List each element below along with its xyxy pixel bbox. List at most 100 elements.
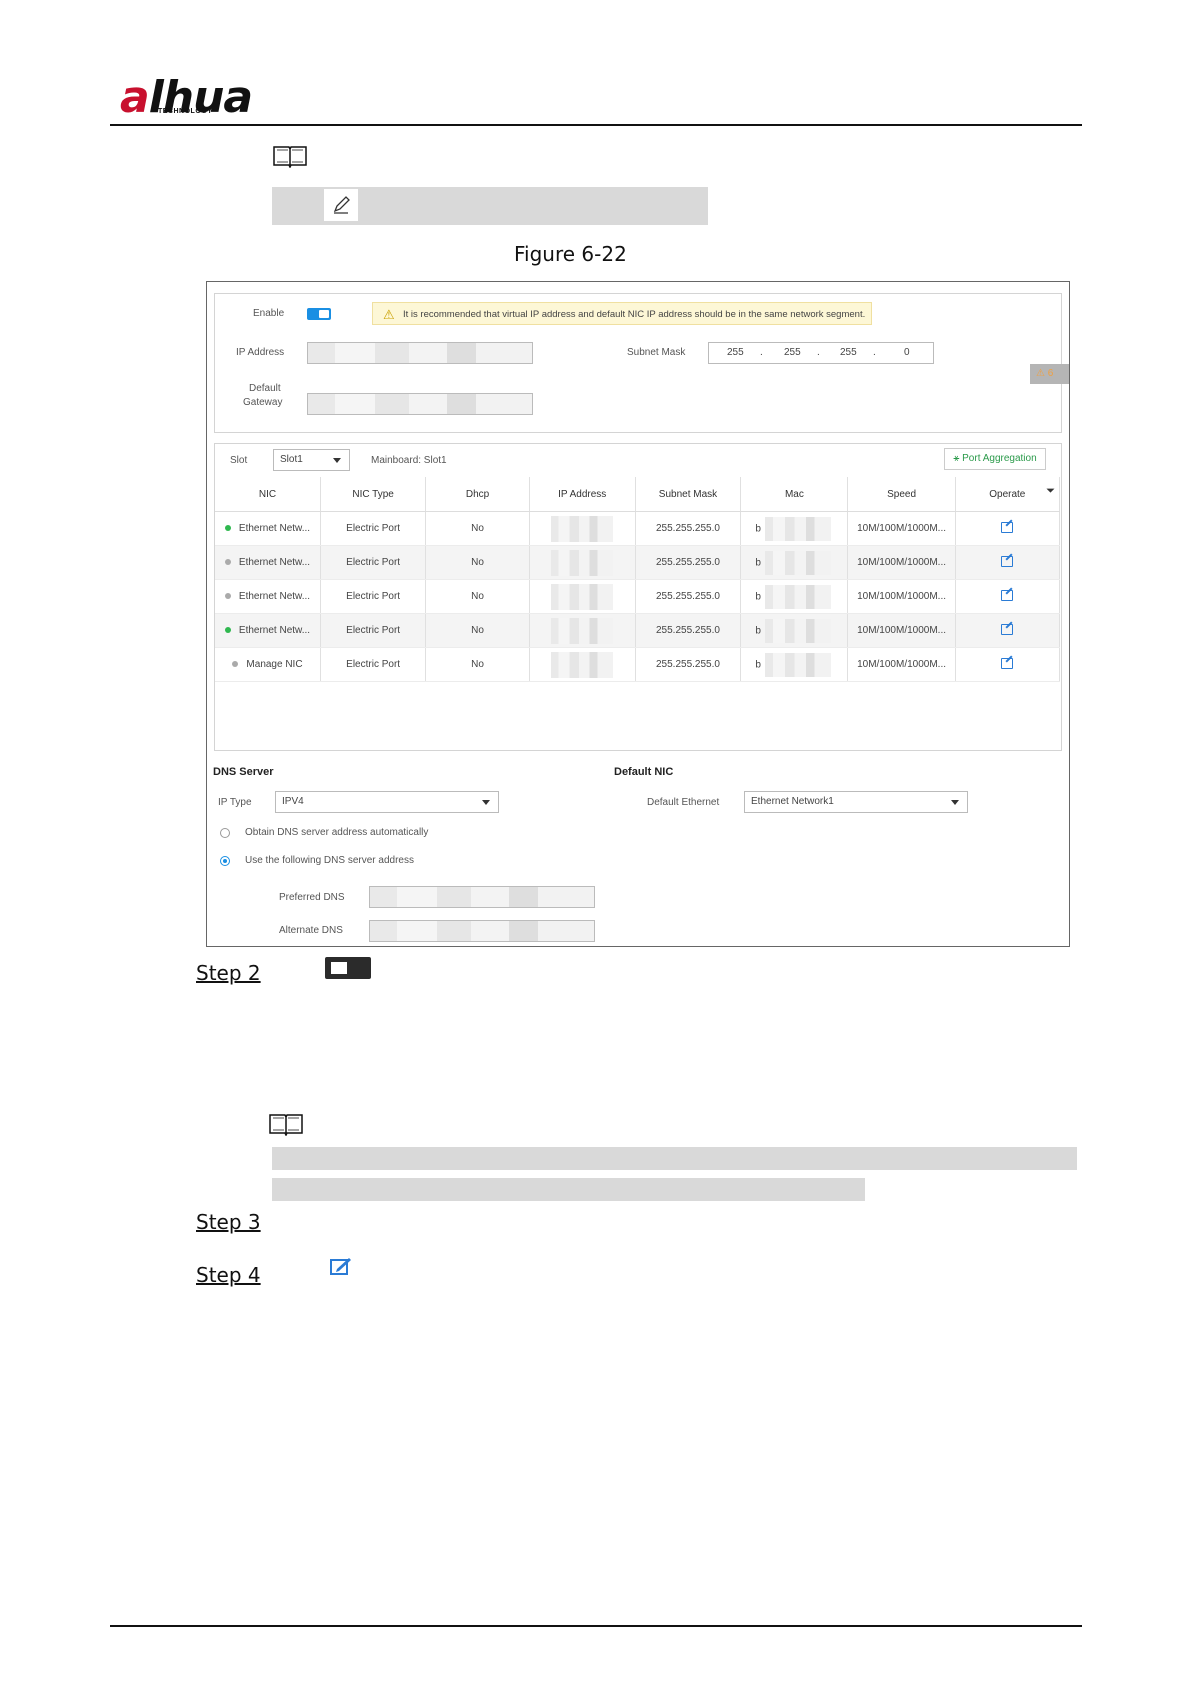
subnet-mask-cell: 255.255.255.0 <box>635 613 742 648</box>
mac-cell: b <box>740 613 849 648</box>
filter-icon[interactable]: ⏷ <box>1046 485 1055 498</box>
warning-banner: ⚠ It is recommended that virtual IP addr… <box>372 302 872 325</box>
operate-cell <box>955 647 1061 682</box>
col-ip-address: IP Address <box>529 477 636 512</box>
edit-icon <box>330 1256 352 1281</box>
ip-type-select[interactable]: IPV4 <box>275 791 499 813</box>
ip-type-label: IP Type <box>218 797 252 808</box>
subnet-mask-cell: 255.255.255.0 <box>635 647 742 682</box>
default-ethernet-select[interactable]: Ethernet Network1 <box>744 791 968 813</box>
alarm-icon: ⚠ <box>1036 368 1048 379</box>
default-ethernet-label: Default Ethernet <box>647 797 720 808</box>
figure-caption: Figure 6-22 <box>514 242 627 266</box>
figure-screenshot: Enable ⚠ It is recommended that virtual … <box>206 281 1070 947</box>
status-dot <box>232 661 239 668</box>
pencil-icon <box>324 189 358 221</box>
speed-cell: 10M/100M/1000M... <box>847 613 956 648</box>
nic-cell: Ethernet Netw... <box>215 613 321 648</box>
nic-type-cell: Electric Port <box>320 511 427 546</box>
nic-type-cell: Electric Port <box>320 647 427 682</box>
speed-cell: 10M/100M/1000M... <box>847 647 956 682</box>
note-redacted-line-1 <box>272 1147 1077 1170</box>
note-book-icon <box>268 1112 304 1141</box>
ip-address-cell <box>529 579 636 614</box>
enable-toggle[interactable] <box>307 308 331 320</box>
note-book-icon <box>272 144 308 173</box>
status-dot <box>224 559 231 566</box>
edit-icon[interactable] <box>1001 657 1014 669</box>
speed-cell: 10M/100M/1000M... <box>847 511 956 546</box>
alarm-badge[interactable]: ⚠ 6 <box>1030 364 1069 384</box>
ip-address-field[interactable] <box>307 342 533 364</box>
edit-icon[interactable] <box>1001 521 1014 533</box>
status-dot <box>224 593 231 600</box>
operate-cell <box>955 613 1061 648</box>
ip-address-cell <box>529 511 636 546</box>
logo-subtitle: TECHNOLOGY <box>158 108 213 115</box>
nic-table: NIC NIC Type Dhcp IP Address Subnet Mask… <box>215 477 1061 682</box>
header-rule <box>110 124 1082 126</box>
mac-cell: b <box>740 545 849 580</box>
ip-address-cell <box>529 545 636 580</box>
nic-type-cell: Electric Port <box>320 613 427 648</box>
dhcp-cell: No <box>425 511 530 546</box>
toggle-off-icon <box>325 957 371 979</box>
dhcp-cell: No <box>425 647 530 682</box>
chevron-down-icon <box>333 458 341 463</box>
port-aggregation-button[interactable]: ⚹ Port Aggregation <box>944 448 1046 470</box>
dhcp-cell: No <box>425 579 530 614</box>
dhcp-cell: No <box>425 545 530 580</box>
col-nic: NIC <box>215 477 321 512</box>
col-nic-type: NIC Type <box>320 477 427 512</box>
enable-label: Enable <box>253 308 285 319</box>
speed-cell: 10M/100M/1000M... <box>847 579 956 614</box>
ip-address-cell <box>529 613 636 648</box>
preferred-dns-field[interactable] <box>369 886 595 908</box>
edit-icon[interactable] <box>1001 555 1014 567</box>
alternate-dns-field[interactable] <box>369 920 595 942</box>
table-row: Manage NIC Electric Port No 255.255.255.0 b 1… <box>215 647 1061 682</box>
col-operate: Operate ⏷ <box>955 477 1061 512</box>
step-2-label: Step 2 <box>196 961 261 985</box>
ip-address-label: IP Address <box>236 347 285 358</box>
use-dns-radio[interactable] <box>220 856 230 866</box>
obtain-dns-radio[interactable] <box>220 828 230 838</box>
obtain-dns-label: Obtain DNS server address automatically <box>245 827 429 838</box>
warning-text: It is recommended that virtual IP addres… <box>403 309 866 320</box>
table-row: Ethernet Netw... Electric Port No 255.255.2… <box>215 579 1061 614</box>
mac-cell: b <box>740 647 849 682</box>
network-icon: ⚹ <box>953 453 963 464</box>
ip-address-cell <box>529 647 636 682</box>
default-gateway-label-1: Default <box>249 383 281 394</box>
col-speed: Speed <box>847 477 956 512</box>
warning-icon: ⚠ <box>383 307 395 322</box>
use-dns-label: Use the following DNS server address <box>245 855 414 866</box>
alternate-dns-label: Alternate DNS <box>279 925 343 936</box>
nic-cell: Ethernet Netw... <box>215 579 321 614</box>
subnet-mask-cell: 255.255.255.0 <box>635 579 742 614</box>
edit-icon[interactable] <box>1001 623 1014 635</box>
col-subnet-mask: Subnet Mask <box>635 477 742 512</box>
mainboard-text: Mainboard: Slot1 <box>371 455 447 466</box>
speed-cell: 10M/100M/1000M... <box>847 545 956 580</box>
step-3-label: Step 3 <box>196 1210 261 1234</box>
col-dhcp: Dhcp <box>425 477 530 512</box>
table-row: Ethernet Netw... Electric Port No 255.255.2… <box>215 613 1061 648</box>
dhcp-cell: No <box>425 613 530 648</box>
slot-select[interactable]: Slot1 <box>273 449 350 471</box>
note-redacted-line-2 <box>272 1178 865 1201</box>
slot-label: Slot <box>230 455 248 466</box>
subnet-mask-field[interactable]: 255 . 255 . 255 . 0 <box>708 342 934 364</box>
default-gateway-field[interactable] <box>307 393 533 415</box>
operate-cell <box>955 545 1061 580</box>
edit-icon[interactable] <box>1001 589 1014 601</box>
step-4-label: Step 4 <box>196 1263 261 1287</box>
nic-type-cell: Electric Port <box>320 579 427 614</box>
default-gateway-label-2: Gateway <box>243 397 283 408</box>
status-dot <box>224 627 231 634</box>
dns-server-title: DNS Server <box>213 766 274 778</box>
table-row: Ethernet Netw... Electric Port No 255.255.2… <box>215 545 1061 580</box>
operate-cell <box>955 511 1061 546</box>
mac-cell: b <box>740 511 849 546</box>
chevron-down-icon <box>951 800 959 805</box>
